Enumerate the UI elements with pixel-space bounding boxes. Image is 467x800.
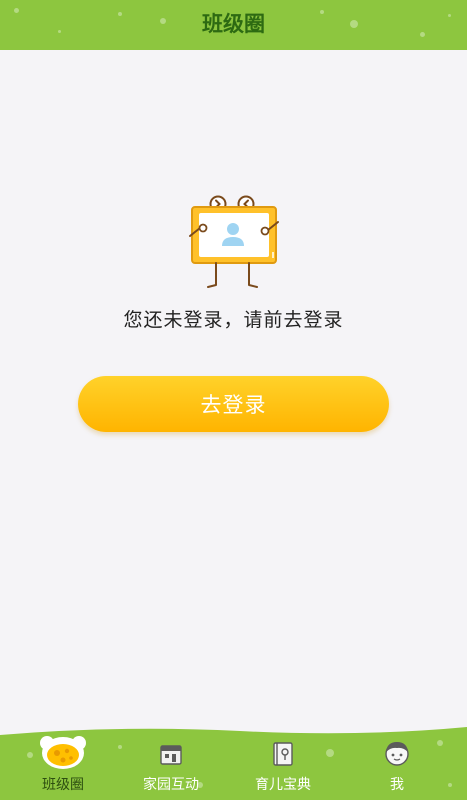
tab-class-circle[interactable]: 班级圈 xyxy=(23,725,103,800)
tab-label: 我 xyxy=(390,777,404,793)
go-login-button[interactable]: 去登录 xyxy=(78,376,389,432)
tab-label: 育儿宝典 xyxy=(255,777,311,793)
me-avatar-icon xyxy=(385,742,409,766)
tab-label: 家园互动 xyxy=(143,777,199,793)
tab-me[interactable]: 我 xyxy=(357,725,437,800)
parenting-book-icon xyxy=(273,742,293,766)
tab-label: 班级圈 xyxy=(42,777,84,793)
tab-parenting-book[interactable]: 育儿宝典 xyxy=(243,725,323,800)
tab-home-interaction[interactable]: 家园互动 xyxy=(131,725,211,800)
login-prompt-message: 您还未登录，请前去登录 xyxy=(123,309,344,331)
page-title: 班级圈 xyxy=(202,12,265,36)
top-header: 班级圈 xyxy=(0,0,467,50)
bottom-tab-bar: 班级圈 家园互动 育儿宝典 我 xyxy=(0,725,467,800)
class-circle-icon xyxy=(40,736,86,769)
tv-person-icon xyxy=(189,195,279,288)
home-interaction-icon xyxy=(160,745,182,765)
